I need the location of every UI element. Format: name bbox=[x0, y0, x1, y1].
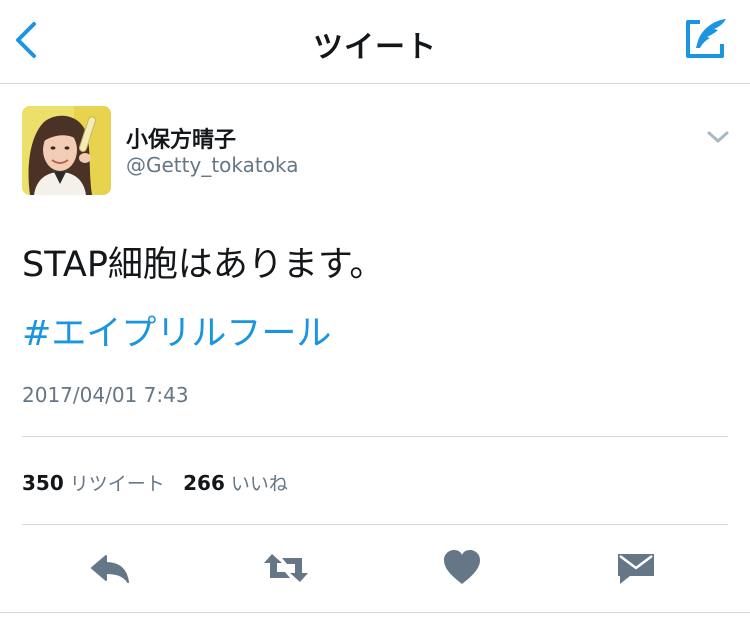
like-button[interactable] bbox=[440, 548, 484, 588]
reply-icon bbox=[91, 555, 129, 583]
direct-message-icon bbox=[618, 554, 654, 584]
tweet-text: STAP細胞はあります。 bbox=[22, 245, 385, 285]
likes-stat[interactable]: 266 いいね bbox=[183, 469, 288, 496]
retweets-label: リツイート bbox=[69, 473, 165, 495]
tweet-options-button[interactable] bbox=[704, 126, 732, 148]
likes-count: 266 bbox=[183, 471, 225, 495]
like-heart-icon bbox=[444, 550, 480, 584]
retweets-count: 350 bbox=[22, 471, 64, 495]
divider bbox=[22, 436, 728, 437]
retweet-icon bbox=[264, 554, 308, 582]
tweet-stats: 350 リツイート 266 いいね bbox=[22, 469, 288, 496]
likes-label: いいね bbox=[230, 473, 288, 495]
author-avatar[interactable] bbox=[22, 106, 111, 195]
divider bbox=[22, 524, 728, 525]
retweets-stat[interactable]: 350 リツイート bbox=[22, 469, 165, 496]
reply-button[interactable] bbox=[88, 548, 132, 588]
author-name[interactable]: 小保方晴子 bbox=[126, 122, 236, 154]
navigation-bar: ツイート bbox=[0, 0, 750, 84]
compose-quill-icon bbox=[686, 19, 726, 58]
compose-button[interactable] bbox=[682, 16, 730, 62]
page-title: ツイート bbox=[313, 30, 437, 65]
hashtag-link[interactable]: #エイプリルフール bbox=[22, 305, 331, 356]
retweet-button[interactable] bbox=[262, 548, 308, 588]
chevron-down-icon bbox=[707, 131, 729, 143]
tweet-timestamp[interactable]: 2017/04/01 7:43 bbox=[22, 383, 189, 407]
avatar-photo bbox=[22, 106, 111, 195]
tweet-detail-screen: ツイート 小保方晴子 @Getty_tokatoka STAP細胞はあります。 … bbox=[0, 0, 750, 617]
divider bbox=[0, 612, 750, 613]
direct-message-button[interactable] bbox=[614, 548, 658, 588]
author-handle[interactable]: @Getty_tokatoka bbox=[126, 153, 298, 177]
